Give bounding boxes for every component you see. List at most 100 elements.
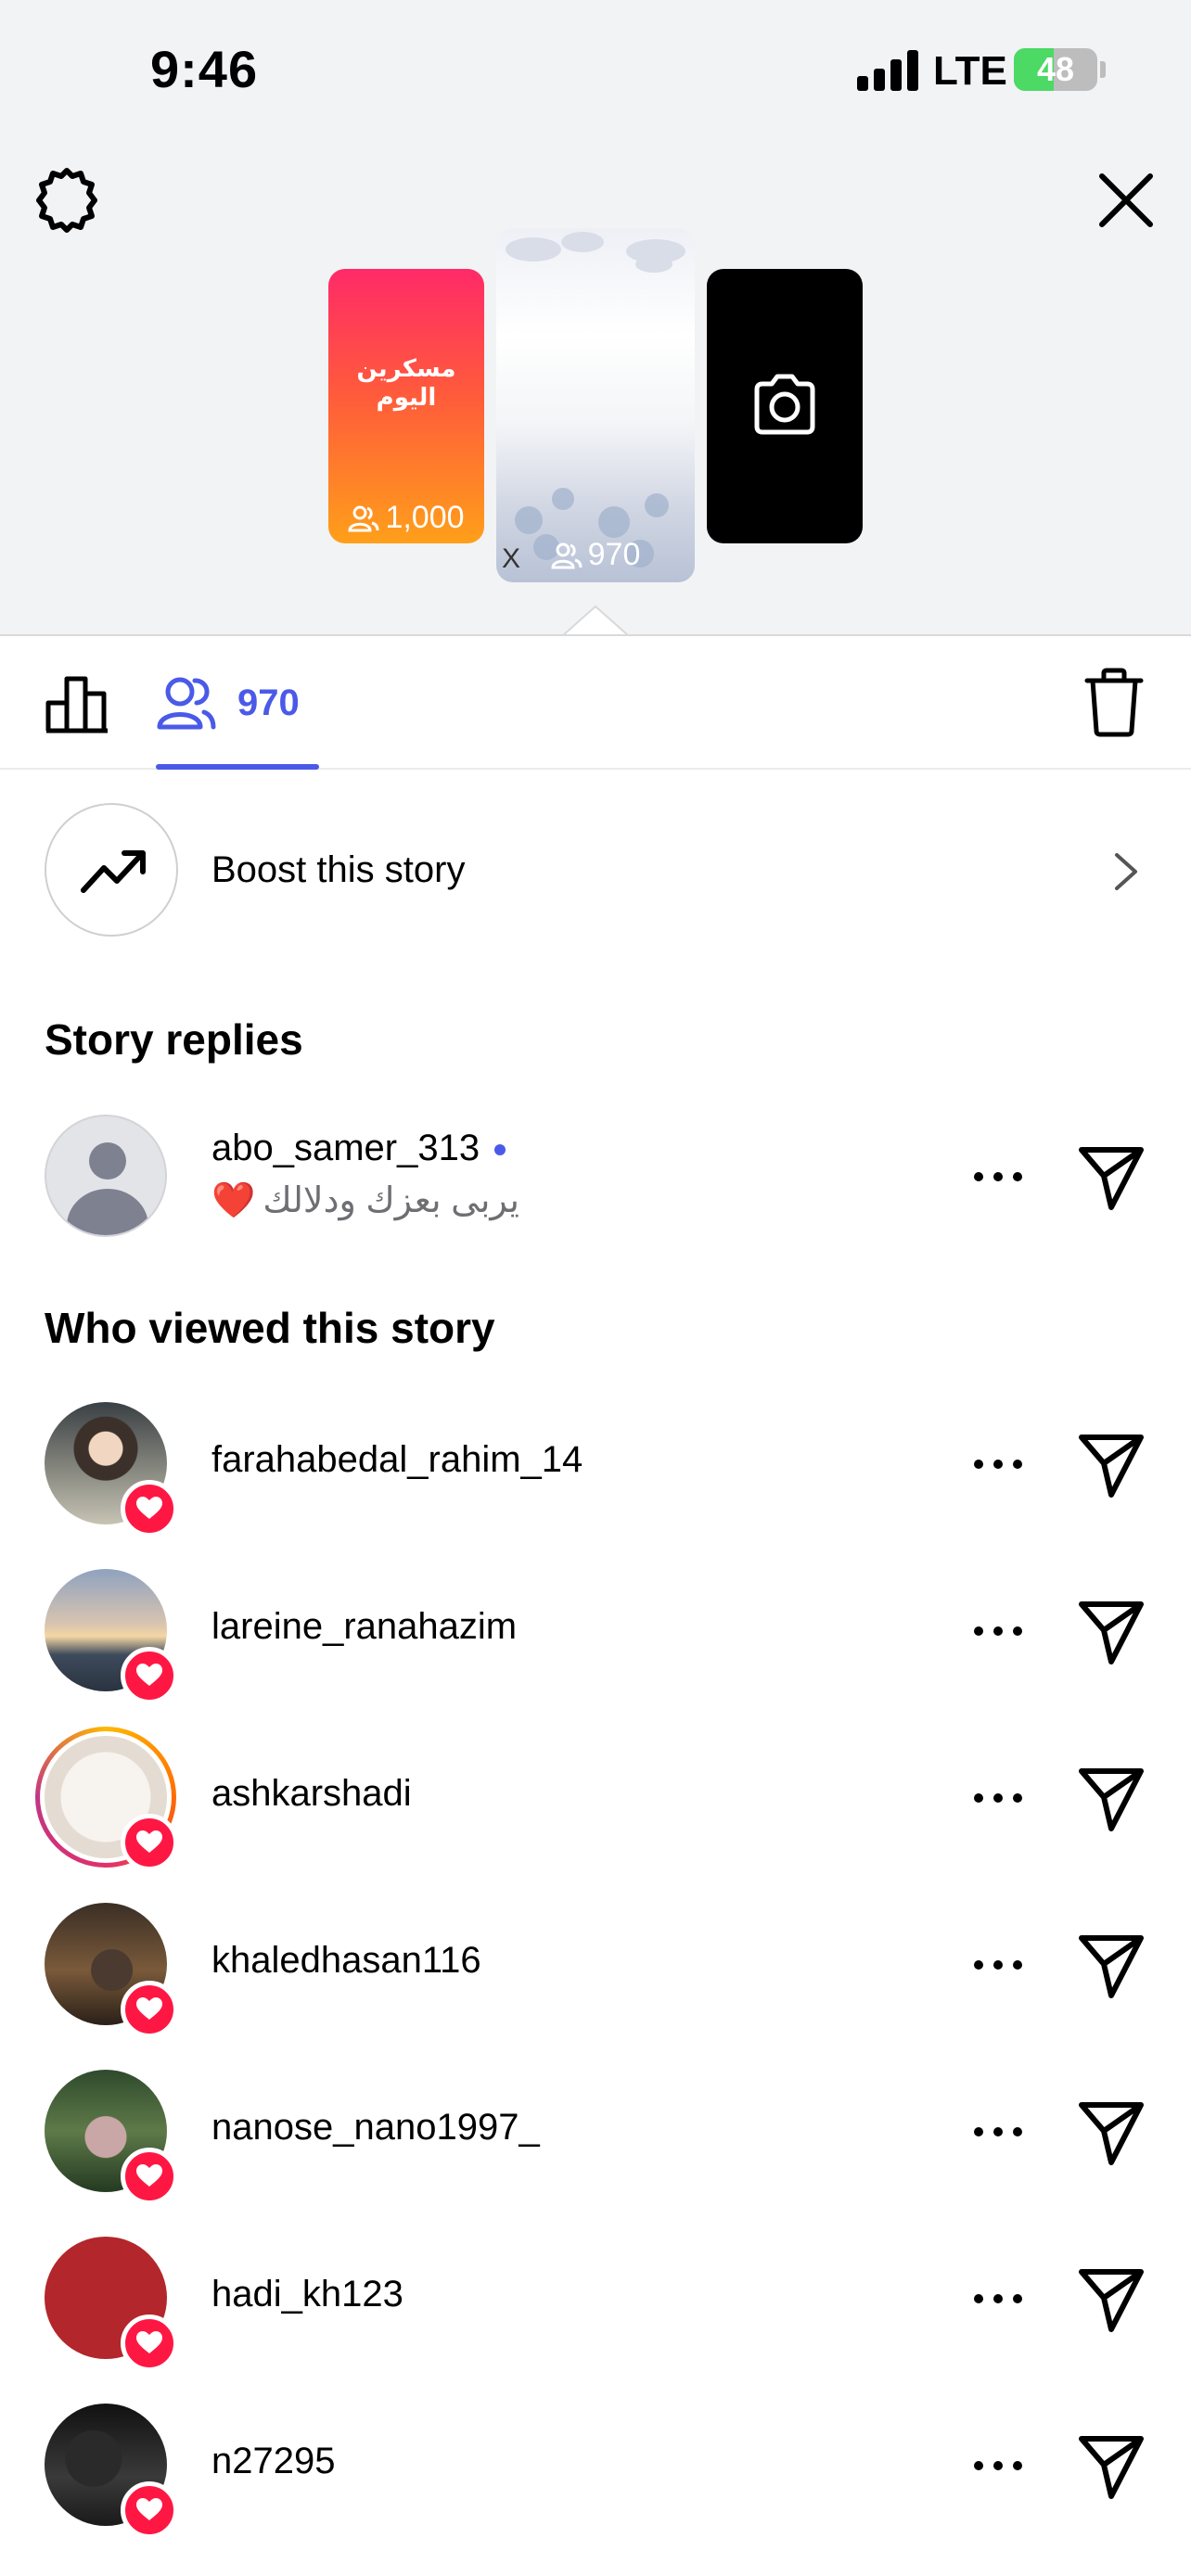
viewer-username[interactable]: hadi_kh123 <box>211 2274 403 2315</box>
viewer-username[interactable]: nanose_nano1997_ <box>211 2107 540 2149</box>
send-message-button[interactable] <box>1076 1142 1146 1213</box>
settings-button[interactable] <box>32 165 102 236</box>
selected-story-pointer <box>562 605 629 637</box>
paper-plane-icon <box>1079 1768 1144 1831</box>
heart-icon <box>136 2164 162 2187</box>
avatar[interactable] <box>45 1115 167 1237</box>
viewer-row[interactable]: n27295 <box>0 2404 1191 2543</box>
paper-plane-icon <box>1079 2436 1144 2499</box>
like-badge <box>121 1814 178 1871</box>
paper-plane-icon <box>1079 1435 1144 1498</box>
viewer-username[interactable]: lareine_ranahazim <box>211 1606 517 1648</box>
chevron-right-icon <box>1115 853 1137 890</box>
viewer-row[interactable]: khaledhasan116 <box>0 1903 1191 2042</box>
more-options-button[interactable] <box>974 1435 1030 1491</box>
camera-icon <box>754 374 815 435</box>
trending-up-icon <box>81 850 146 893</box>
send-message-button[interactable] <box>1076 1764 1146 1834</box>
who-viewed-title: Who viewed this story <box>45 1304 495 1352</box>
bar-chart-icon <box>45 676 108 733</box>
gear-icon <box>36 168 97 233</box>
close-button[interactable] <box>1091 165 1161 236</box>
send-message-button[interactable] <box>1076 1931 1146 2001</box>
viewer-username[interactable]: ashkarshadi <box>211 1773 412 1815</box>
send-message-button[interactable] <box>1076 2098 1146 2168</box>
viewer-row[interactable]: nanose_nano1997_ <box>0 2070 1191 2209</box>
boost-label: Boost this story <box>211 849 466 890</box>
paper-plane-icon <box>1079 1601 1144 1664</box>
tab-viewers[interactable]: 970 <box>156 664 300 742</box>
previous-story-views: 1,000 <box>328 500 484 536</box>
add-story-button[interactable] <box>707 269 863 543</box>
previous-story-text: مسكرين اليوم <box>356 354 456 411</box>
heart-icon <box>136 2498 162 2520</box>
send-message-button[interactable] <box>1076 2264 1146 2335</box>
heart-emoji: ❤️ <box>211 1180 256 1220</box>
reply-username[interactable]: abo_samer_313 <box>211 1128 506 1169</box>
reply-text: يربى بعزك ودلالك <box>263 1181 519 1220</box>
more-options-button[interactable] <box>974 1769 1030 1825</box>
viewers-icon <box>157 677 216 730</box>
viewer-username[interactable]: khaledhasan116 <box>211 1940 481 1982</box>
viewer-row[interactable]: lareine_ranahazim <box>0 1569 1191 1708</box>
network-type: LTE <box>933 48 1007 94</box>
like-badge <box>121 2315 178 2372</box>
more-options-button[interactable] <box>974 1148 1030 1204</box>
story-replies-title: Story replies <box>45 1015 303 1064</box>
viewers-count: 970 <box>237 682 300 723</box>
viewer-row[interactable]: farahabedal_rahim_14 <box>0 1402 1191 1541</box>
more-options-button[interactable] <box>974 2270 1030 2326</box>
previous-story-view-count: 1,000 <box>385 500 465 535</box>
more-options-button[interactable] <box>974 1936 1030 1992</box>
paper-plane-icon <box>1079 1147 1144 1210</box>
send-message-button[interactable] <box>1076 1597 1146 1667</box>
more-options-button[interactable] <box>974 2103 1030 2159</box>
trash-icon <box>1084 668 1144 737</box>
close-icon <box>1099 173 1153 227</box>
viewer-row[interactable]: hadi_kh123 <box>0 2237 1191 2376</box>
signal-icon <box>857 48 920 91</box>
reply-message: ❤️ يربى بعزك ودلالك <box>211 1180 519 1221</box>
heart-icon <box>136 1497 162 1519</box>
battery-nub <box>1100 61 1106 78</box>
like-badge <box>121 2148 178 2205</box>
paper-plane-icon <box>1079 2269 1144 2332</box>
reply-username-text: abo_samer_313 <box>211 1128 480 1168</box>
like-badge <box>121 1480 178 1537</box>
boost-icon-circle <box>45 803 178 937</box>
heart-icon <box>136 1664 162 1686</box>
like-badge <box>121 1647 178 1704</box>
heart-icon <box>136 1830 162 1853</box>
battery-level: 48 <box>1036 50 1075 88</box>
active-tab-indicator <box>156 764 319 770</box>
more-options-button[interactable] <box>974 1602 1030 1658</box>
reply-row[interactable]: abo_samer_313 ❤️ يربى بعزك ودلالك <box>0 1115 1191 1254</box>
battery-icon: 48 <box>1014 48 1097 91</box>
viewer-row[interactable]: ashkarshadi <box>0 1727 1191 1875</box>
status-time: 9:46 <box>150 40 259 98</box>
more-options-button[interactable] <box>974 2437 1030 2493</box>
send-message-button[interactable] <box>1076 2431 1146 2502</box>
previous-story-thumbnail[interactable]: مسكرين اليوم 1,000 <box>328 269 484 543</box>
story-tab-bar: 970 <box>0 634 1191 770</box>
boost-story-row[interactable]: Boost this story <box>0 803 1191 938</box>
current-story-view-count: 970 <box>587 537 641 572</box>
unread-dot <box>494 1144 506 1156</box>
viewers-icon <box>348 505 379 531</box>
delete-story-button[interactable] <box>1083 668 1145 738</box>
viewer-username[interactable]: farahabedal_rahim_14 <box>211 1439 583 1481</box>
heart-icon <box>136 2331 162 2353</box>
heart-icon <box>136 1997 162 2020</box>
tab-insights[interactable] <box>45 673 109 734</box>
story-preview-area: 9:46 LTE 48 مسكرين اليوم 1,000 X 970 <box>0 0 1191 637</box>
send-message-button[interactable] <box>1076 1430 1146 1500</box>
paper-plane-icon <box>1079 2102 1144 2165</box>
viewers-icon <box>551 542 583 568</box>
viewer-username[interactable]: n27295 <box>211 2441 335 2482</box>
paper-plane-icon <box>1079 1935 1144 1998</box>
current-story-views: 970 <box>496 537 695 573</box>
like-badge <box>121 2481 178 2539</box>
like-badge <box>121 1981 178 2038</box>
status-bar: 9:46 LTE 48 <box>0 0 1191 139</box>
current-story-thumbnail[interactable]: X 970 <box>496 228 695 582</box>
